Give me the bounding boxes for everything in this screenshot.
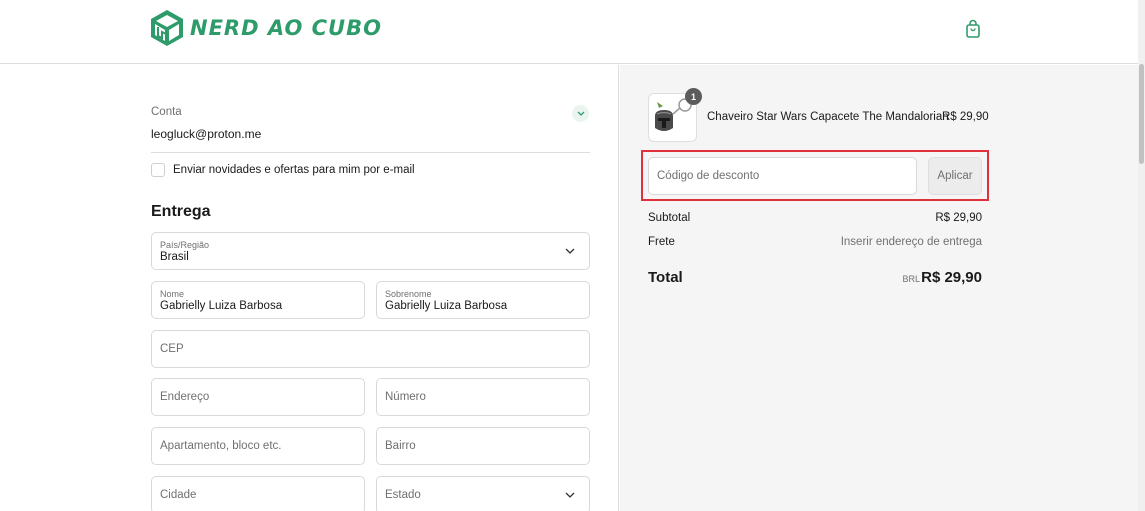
city-field[interactable]: Cidade	[151, 476, 365, 511]
cube-logo-icon	[151, 10, 183, 46]
city-placeholder: Cidade	[160, 489, 197, 501]
newsletter-option[interactable]: Enviar novidades e ofertas para mim por …	[151, 163, 415, 177]
state-select[interactable]: Estado	[376, 476, 590, 511]
quantity-badge: 1	[685, 88, 702, 105]
scrollbar-thumb[interactable]	[1139, 64, 1144, 164]
last-name-label: Sobrenome	[385, 289, 432, 299]
shipping-label: Frete	[648, 236, 675, 248]
cart-button[interactable]	[964, 19, 982, 39]
discount-placeholder: Código de desconto	[657, 170, 760, 182]
product-price: R$ 29,90	[942, 111, 989, 123]
last-name-field[interactable]: Sobrenome Gabrielly Luiza Barbosa	[376, 281, 590, 319]
brand-logo[interactable]: NERD AO CUBO	[150, 9, 382, 47]
divider	[151, 152, 590, 153]
brand-name: NERD AO CUBO	[190, 16, 382, 40]
first-name-value: Gabrielly Luiza Barbosa	[160, 300, 283, 312]
address-field[interactable]: Endereço	[151, 378, 365, 416]
country-value: Brasil	[160, 251, 189, 263]
chevron-down-icon	[577, 111, 584, 116]
apartment-placeholder: Apartamento, bloco etc.	[160, 440, 282, 452]
account-email: leogluck@proton.me	[151, 127, 262, 141]
subtotal-label: Subtotal	[648, 212, 691, 224]
first-name-field[interactable]: Nome Gabrielly Luiza Barbosa	[151, 281, 365, 319]
apartment-field[interactable]: Apartamento, bloco etc.	[151, 427, 365, 465]
newsletter-label: Enviar novidades e ofertas para mim por …	[173, 164, 415, 176]
district-field[interactable]: Bairro	[376, 427, 590, 465]
number-placeholder: Número	[385, 391, 426, 403]
newsletter-checkbox[interactable]	[151, 163, 165, 177]
product-name: Chaveiro Star Wars Capacete The Mandalor…	[707, 111, 949, 123]
chevron-down-icon	[565, 492, 575, 498]
chevron-down-icon	[565, 248, 575, 254]
state-placeholder: Estado	[385, 489, 421, 501]
delivery-title: Entrega	[151, 203, 211, 220]
account-toggle-button[interactable]	[572, 105, 589, 122]
country-label: País/Região	[160, 240, 210, 250]
district-placeholder: Bairro	[385, 440, 416, 452]
account-label: Conta	[151, 106, 182, 118]
number-field[interactable]: Número	[376, 378, 590, 416]
order-summary-panel	[620, 65, 1138, 511]
header: NERD AO CUBO	[0, 0, 1138, 64]
shopping-bag-icon	[966, 19, 980, 38]
discount-code-input[interactable]: Código de desconto	[648, 157, 917, 195]
address-placeholder: Endereço	[160, 391, 210, 403]
first-name-label: Nome	[160, 289, 185, 299]
cep-placeholder: CEP	[160, 343, 184, 355]
total-currency: BRL	[902, 274, 920, 284]
cep-field[interactable]: CEP	[151, 330, 590, 368]
shipping-value: Inserir endereço de entrega	[840, 236, 982, 248]
total-value: R$ 29,90	[921, 269, 982, 286]
last-name-value: Gabrielly Luiza Barbosa	[385, 300, 508, 312]
subtotal-value: R$ 29,90	[935, 212, 982, 224]
apply-discount-button[interactable]: Aplicar	[928, 157, 982, 195]
total-label: Total	[648, 269, 683, 286]
country-select[interactable]: País/Região Brasil	[151, 232, 590, 270]
